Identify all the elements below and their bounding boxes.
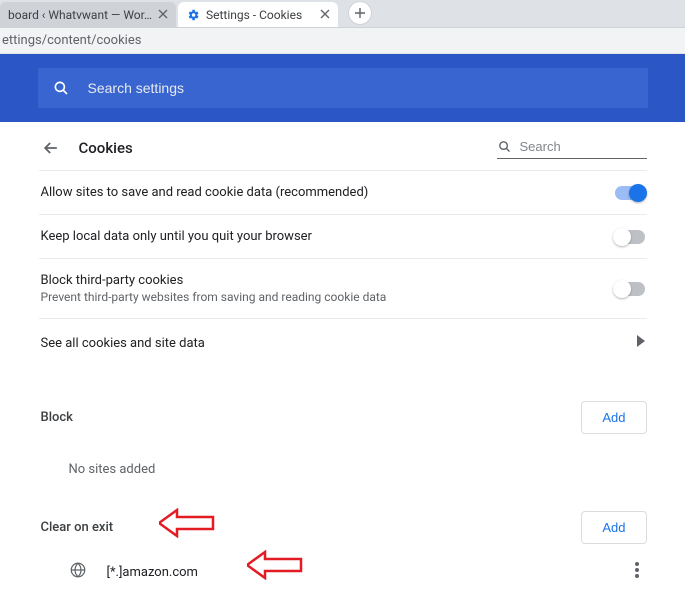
back-button[interactable] (39, 136, 63, 160)
toggle-block-third-party[interactable] (615, 282, 645, 296)
site-row: [*.]amazon.com (39, 544, 647, 588)
search-settings-box[interactable] (38, 68, 648, 108)
new-tab-button[interactable] (348, 1, 372, 25)
browser-tab-inactive[interactable]: board ‹ Whatvwant — Wor… (0, 2, 176, 27)
tab-label: board ‹ Whatvwant — Wor… (8, 8, 152, 22)
search-icon (52, 79, 70, 97)
row-label: Block third-party cookies (41, 273, 615, 288)
cookies-settings-card: Cookies Allow sites to save and read coo… (39, 122, 647, 588)
cookies-search-input[interactable] (518, 138, 647, 155)
settings-header (0, 54, 685, 122)
section-title: Block (39, 410, 75, 425)
toggle-keep-local[interactable] (615, 230, 645, 244)
globe-icon (69, 561, 87, 583)
search-icon (497, 139, 512, 154)
row-see-all-cookies[interactable]: See all cookies and site data (39, 318, 647, 367)
row-allow-cookies: Allow sites to save and read cookie data… (39, 170, 647, 214)
tab-strip: board ‹ Whatvwant — Wor… Settings - Cook… (0, 0, 685, 28)
page-title: Cookies (79, 139, 133, 157)
row-keep-local: Keep local data only until you quit your… (39, 214, 647, 258)
browser-tab-active[interactable]: Settings - Cookies (178, 2, 338, 27)
tab-label: Settings - Cookies (206, 8, 314, 22)
section-clear-on-exit: Clear on exit Add (39, 477, 647, 544)
toggle-allow-cookies[interactable] (615, 186, 645, 200)
address-text: ettings/content/cookies (2, 33, 141, 48)
address-bar[interactable]: ettings/content/cookies (0, 28, 685, 54)
more-icon[interactable] (629, 556, 645, 588)
add-block-button[interactable]: Add (581, 401, 646, 434)
row-label: Allow sites to save and read cookie data… (41, 185, 615, 200)
add-clear-on-exit-button[interactable]: Add (581, 511, 646, 544)
no-sites-text: No sites added (39, 434, 647, 477)
section-title: Clear on exit (39, 520, 116, 535)
row-block-third-party: Block third-party cookies Prevent third-… (39, 258, 647, 318)
row-label: See all cookies and site data (41, 336, 205, 351)
close-icon[interactable] (158, 8, 168, 22)
gear-icon (186, 8, 200, 22)
chevron-right-icon (637, 335, 645, 351)
site-pattern: [*.]amazon.com (107, 565, 198, 580)
close-icon[interactable] (320, 8, 330, 22)
row-label: Keep local data only until you quit your… (41, 229, 615, 244)
row-sublabel: Prevent third-party websites from saving… (41, 290, 615, 304)
cookies-search[interactable] (497, 138, 647, 159)
section-block: Block Add (39, 367, 647, 434)
search-settings-input[interactable] (86, 79, 634, 97)
